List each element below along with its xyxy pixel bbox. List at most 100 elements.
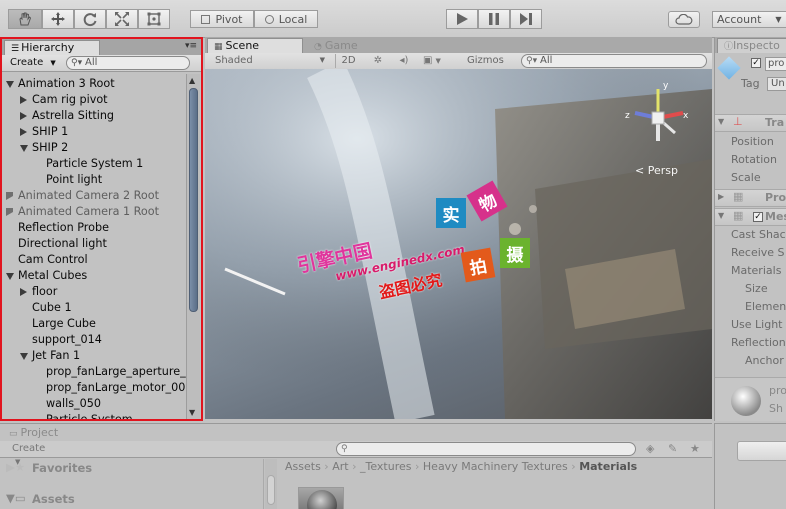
lighting-toggle[interactable]: ✲ — [365, 54, 391, 68]
scroll-thumb[interactable] — [189, 88, 198, 312]
expand-down-icon[interactable] — [6, 81, 14, 88]
mesh-enabled-checkbox[interactable]: ✓ — [753, 212, 763, 222]
hierarchy-item[interactable]: prop_fanLarge_aperture_ — [2, 364, 188, 380]
folder-tree-scroll-thumb[interactable] — [267, 475, 275, 505]
filter-type-icon[interactable]: ◈ — [646, 442, 654, 455]
project-create-dropdown[interactable]: Create ▼ — [8, 442, 58, 466]
hierarchy-item[interactable]: Reflection Probe — [2, 220, 188, 236]
hierarchy-item[interactable]: Cam rig pivot — [2, 92, 188, 108]
expand-right-icon[interactable] — [6, 208, 13, 216]
hierarchy-item[interactable]: support_014 — [2, 332, 188, 348]
hierarchy-item-label: Astrella Sitting — [32, 109, 115, 122]
project-search-input[interactable]: ⚲ — [336, 442, 636, 456]
2d-toggle[interactable]: 2D — [335, 54, 361, 68]
pause-button[interactable] — [478, 9, 510, 29]
hierarchy-item-label: Animation 3 Root — [18, 77, 115, 90]
chevron-down-icon: ▼ — [718, 117, 725, 126]
tab-scene[interactable]: ▦ Scene — [207, 38, 303, 53]
asset-thumbnail[interactable] — [298, 487, 344, 509]
hierarchy-item[interactable]: floor — [2, 284, 188, 300]
hierarchy-item[interactable]: Animated Camera 2 Root — [2, 188, 188, 204]
local-toggle[interactable]: Local — [254, 10, 318, 28]
cloud-button[interactable] — [668, 11, 700, 28]
pivot-toggle[interactable]: Pivot — [190, 10, 254, 28]
folder-tree-scrollbar[interactable] — [265, 459, 277, 509]
expand-down-icon[interactable] — [6, 273, 14, 280]
tab-hierarchy[interactable]: ☰ Hierarchy — [4, 40, 100, 55]
hierarchy-item[interactable]: Particle System 1 — [2, 156, 188, 172]
tab-project[interactable]: ▭ Project — [2, 425, 92, 440]
hierarchy-panel: ☰ Hierarchy ▾≡ Create ▼ ⚲▾ All Animation … — [0, 37, 203, 421]
assets-label[interactable]: Assets — [32, 492, 75, 506]
hierarchy-search-input[interactable]: ⚲▾ All — [66, 56, 190, 70]
chevron-down-icon: ▼ — [718, 211, 725, 220]
rect-tool-button[interactable] — [138, 9, 170, 29]
hierarchy-item[interactable]: Cam Control — [2, 252, 188, 268]
gizmos-dropdown[interactable]: Gizmos ▼ — [463, 54, 517, 78]
material-preview[interactable]: pro Sh — [715, 377, 786, 421]
transform-header[interactable]: ▼ ⊥ Tra — [715, 114, 786, 132]
hierarchy-item[interactable]: Particle System — [2, 412, 188, 419]
transform-row-label: Position — [731, 135, 774, 148]
expand-right-icon[interactable] — [6, 192, 13, 200]
tab-game[interactable]: ◔ Game — [307, 38, 387, 53]
breadcrumb-item[interactable]: Assets — [285, 460, 321, 473]
hierarchy-item[interactable]: SHIP 2 — [2, 140, 188, 156]
hierarchy-item[interactable]: Metal Cubes — [2, 268, 188, 284]
filter-label-icon[interactable]: ✎ — [668, 442, 677, 455]
scale-tool-button[interactable] — [106, 9, 138, 29]
hierarchy-item[interactable]: Directional light — [2, 236, 188, 252]
hierarchy-item-label: Animated Camera 2 Root — [18, 189, 160, 202]
hierarchy-item[interactable]: walls_050 — [2, 396, 188, 412]
preview-button[interactable] — [737, 441, 786, 461]
active-checkbox[interactable]: ✓ — [751, 58, 761, 68]
hierarchy-item[interactable]: Animation 3 Root — [2, 76, 188, 92]
shading-mode-dropdown[interactable]: Shaded ▼ — [211, 54, 329, 68]
hierarchy-item[interactable]: Astrella Sitting — [2, 108, 188, 124]
expand-right-icon[interactable] — [20, 96, 27, 104]
expand-down-icon[interactable] — [20, 145, 28, 152]
expand-down-icon[interactable] — [20, 353, 28, 360]
star-icon[interactable]: ★ — [690, 442, 700, 455]
tab-inspector[interactable]: ⓘInspecto — [717, 38, 786, 53]
hierarchy-item[interactable]: Cube 1 — [2, 300, 188, 316]
expand-right-icon[interactable] — [20, 288, 27, 296]
step-button[interactable] — [510, 9, 542, 29]
breadcrumb-item[interactable]: Art — [332, 460, 348, 473]
mesh-row-label: Elemen — [745, 300, 786, 313]
breadcrumb-item[interactable]: Materials — [579, 460, 637, 473]
hierarchy-item[interactable]: Jet Fan 1 — [2, 348, 188, 364]
rotate-tool-button[interactable] — [74, 9, 106, 29]
account-dropdown[interactable]: Account ▼ — [712, 11, 786, 28]
favorites-label[interactable]: Favorites — [32, 461, 92, 475]
hand-tool-button[interactable] — [8, 9, 42, 29]
gameobject-name-input[interactable]: pro — [765, 57, 786, 71]
hierarchy-item[interactable]: SHIP 1 — [2, 124, 188, 140]
hierarchy-item[interactable]: Point light — [2, 172, 188, 188]
effects-dropdown[interactable]: ▣ ▼ — [419, 54, 453, 68]
tag-dropdown[interactable]: Un — [767, 77, 786, 91]
scroll-down-icon[interactable]: ▼ — [189, 408, 195, 417]
favorites-star-icon: ▶★ — [6, 460, 26, 474]
scroll-up-icon[interactable]: ▲ — [189, 76, 195, 85]
component-header-1[interactable]: ▶ ▦ Pro — [715, 189, 786, 207]
breadcrumb-item[interactable]: Heavy Machinery Textures — [423, 460, 568, 473]
mesh-renderer-header[interactable]: ▼ ▦ ✓ Mes — [715, 208, 786, 226]
expand-right-icon[interactable] — [20, 128, 27, 136]
hierarchy-item[interactable]: Large Cube — [2, 316, 188, 332]
panel-menu-icon[interactable]: ▾≡ — [185, 41, 197, 51]
tab-project-label: Project — [20, 426, 59, 439]
audio-toggle[interactable]: ◂) — [391, 54, 417, 68]
create-dropdown[interactable]: Create ▼ — [6, 56, 60, 70]
play-button[interactable] — [446, 9, 478, 29]
hierarchy-scrollbar[interactable]: ▲ ▼ — [186, 74, 200, 419]
hierarchy-item[interactable]: Animated Camera 1 Root — [2, 204, 188, 220]
scene-search-input[interactable]: ⚲▾ All — [521, 54, 707, 68]
projection-label[interactable]: < Persp — [635, 164, 678, 177]
move-tool-button[interactable] — [42, 9, 74, 29]
project-tabbar: ▭ Project — [0, 424, 712, 441]
tab-scene-label: Scene — [225, 39, 260, 52]
hierarchy-item[interactable]: prop_fanLarge_motor_00 — [2, 380, 188, 396]
breadcrumb-item[interactable]: _Textures — [360, 460, 412, 473]
expand-right-icon[interactable] — [20, 112, 27, 120]
